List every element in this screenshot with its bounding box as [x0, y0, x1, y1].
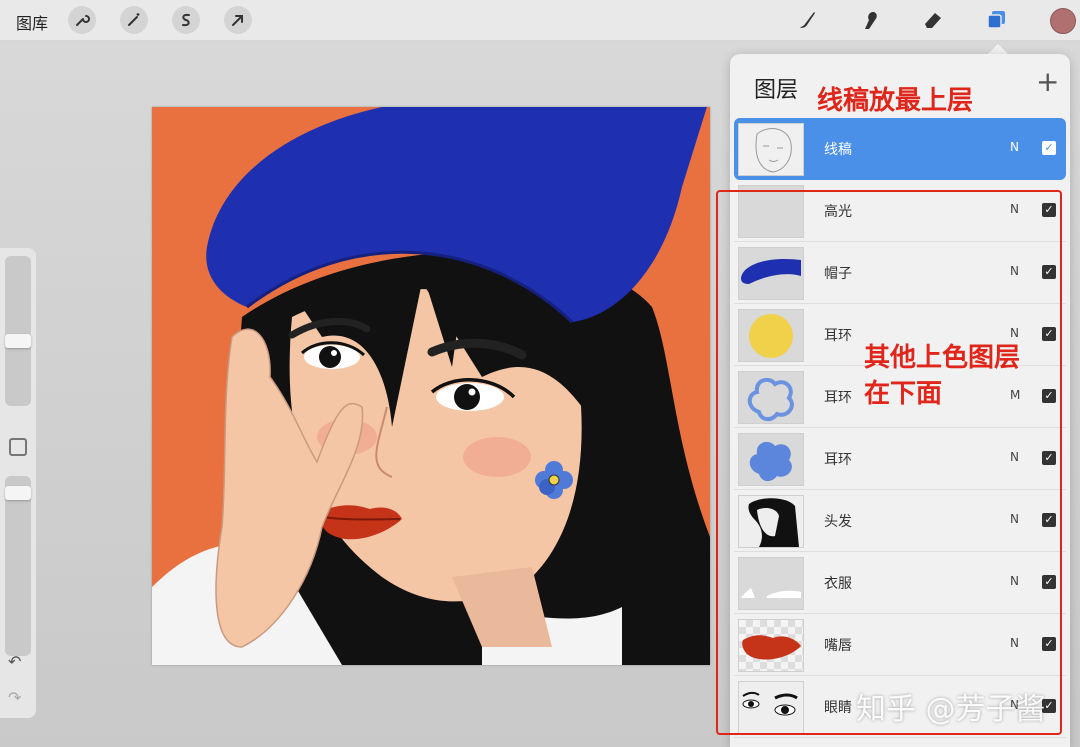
move-arrow-icon[interactable]: [224, 6, 252, 34]
opacity-slider[interactable]: [5, 476, 31, 656]
layers-icon[interactable]: [982, 6, 1012, 34]
smudge-icon[interactable]: [856, 6, 886, 34]
wrench-icon[interactable]: [68, 6, 96, 34]
watermark-text: 知乎 @芳子酱: [856, 692, 1046, 727]
left-sidebar: ↶ ↷: [0, 248, 36, 718]
brush-size-knob[interactable]: [5, 334, 31, 348]
magic-wand-icon[interactable]: [120, 6, 148, 34]
modify-button[interactable]: [9, 438, 27, 456]
brush-size-slider[interactable]: [5, 256, 31, 406]
color-picker-swatch[interactable]: [1050, 8, 1076, 34]
eraser-icon[interactable]: [918, 6, 948, 34]
annotation-middle-line-1: 其他上色图层: [864, 343, 1021, 373]
brush-icon[interactable]: [792, 6, 822, 34]
blend-mode[interactable]: N: [1010, 140, 1019, 154]
annotation-highlight-box: [716, 190, 1062, 735]
opacity-knob[interactable]: [5, 486, 31, 500]
annotation-middle-line-2: 在下面: [864, 379, 943, 409]
add-layer-button[interactable]: +: [1036, 68, 1059, 96]
selection-s-icon[interactable]: [172, 6, 200, 34]
layer-row-lineart[interactable]: 线稿 N ✓: [734, 118, 1066, 180]
artwork-canvas[interactable]: [152, 107, 710, 665]
panel-pointer: [988, 44, 1008, 54]
artwork-illustration: [152, 107, 710, 665]
annotation-middle-note: 其他上色图层 在下面: [864, 340, 1020, 412]
layer-thumbnail: [738, 123, 804, 176]
undo-icon[interactable]: ↶: [8, 652, 21, 671]
gallery-button[interactable]: 图库: [16, 10, 48, 34]
layers-panel-title: 图层: [754, 78, 799, 103]
top-toolbar: 图库: [0, 0, 1080, 41]
layer-name: 线稿: [824, 142, 852, 158]
visibility-checkbox[interactable]: ✓: [1042, 141, 1056, 155]
annotation-top-note: 线稿放最上层: [817, 86, 974, 116]
redo-icon[interactable]: ↷: [8, 688, 21, 707]
